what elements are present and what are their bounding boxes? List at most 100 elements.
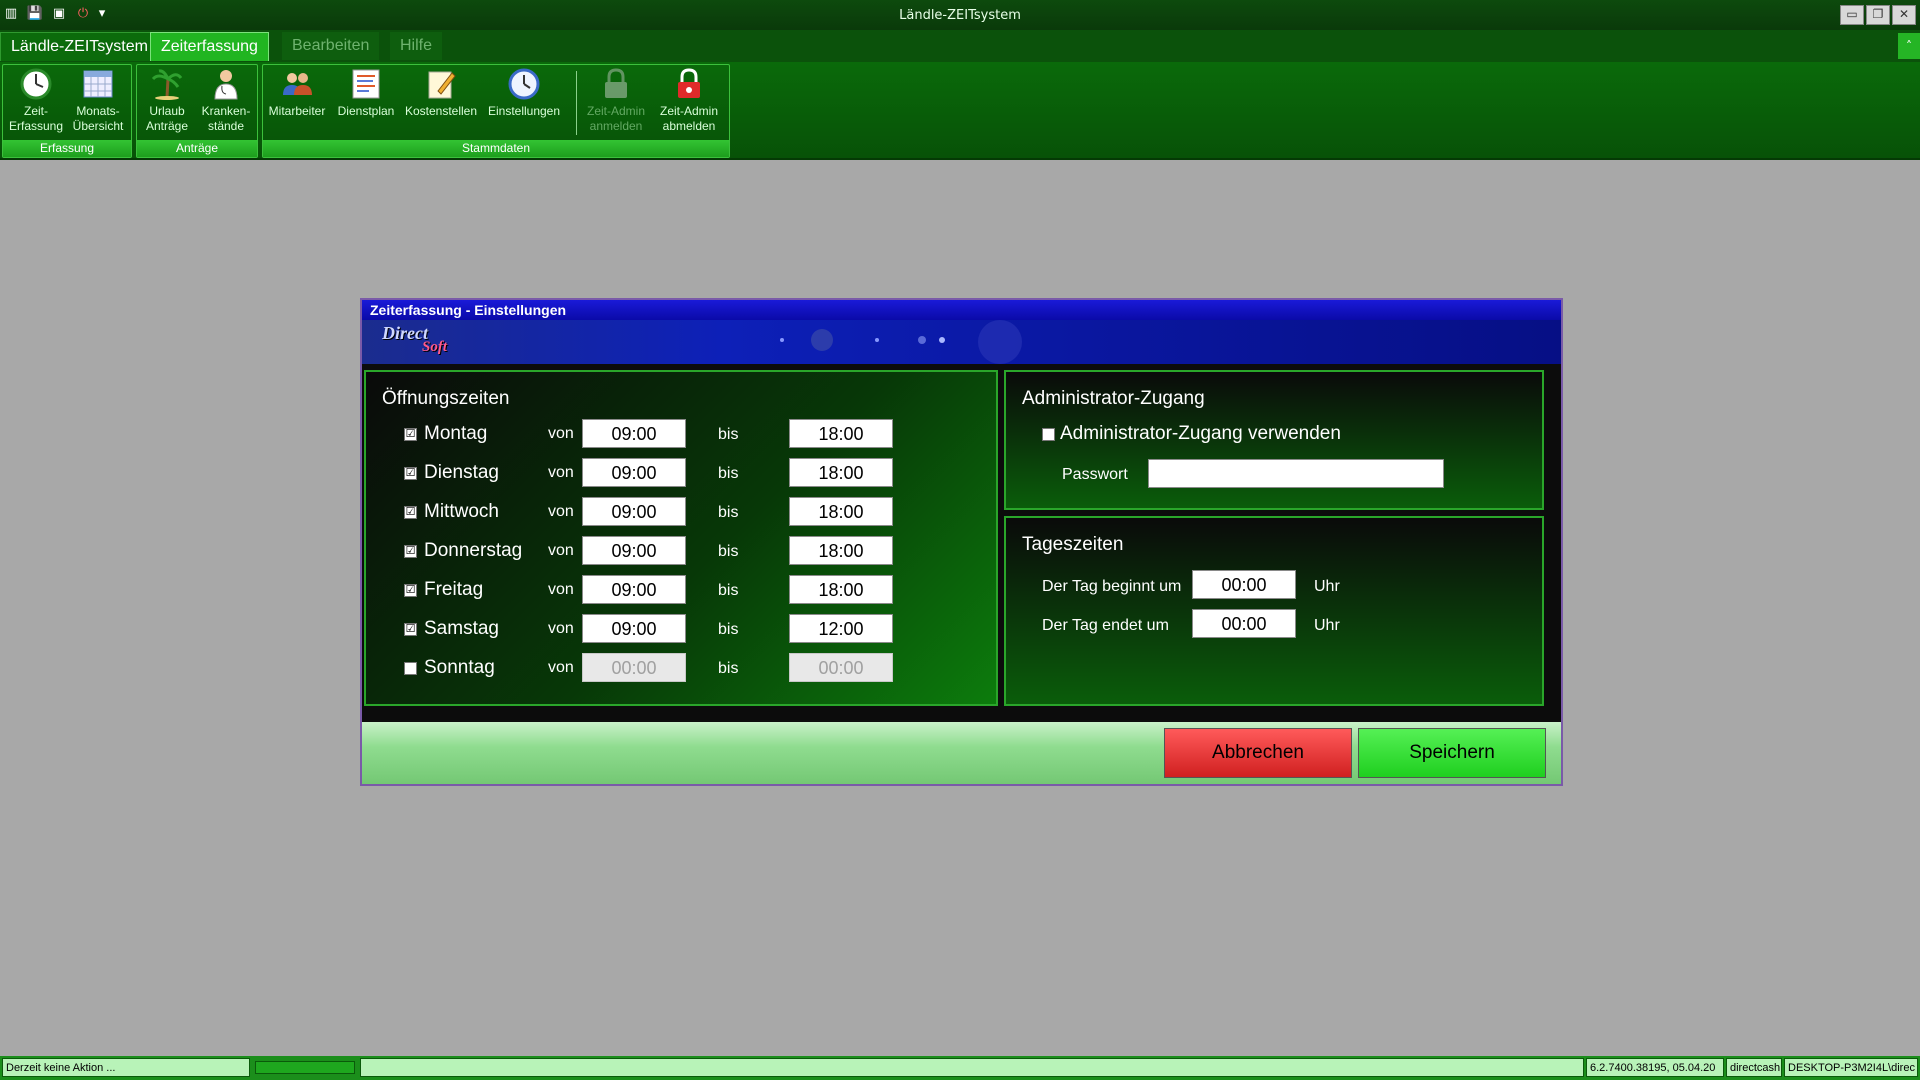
palm-tree-icon xyxy=(151,69,183,100)
admin-checkbox-label: Administrator-Zugang verwenden xyxy=(1060,423,1341,444)
group-erfassung: Zeit- Erfassung Monats- Übersicht Erfass… xyxy=(2,64,132,158)
panel-tageszeiten: Tageszeiten Der Tag beginnt um 00:00 Uhr… xyxy=(1004,516,1544,706)
urlaub-antraege-button[interactable]: Urlaub Anträge xyxy=(139,67,195,134)
day-checkbox[interactable]: ☑ xyxy=(404,506,417,519)
day-start-input[interactable]: 00:00 xyxy=(1192,570,1296,599)
tageszeiten-title: Tageszeiten xyxy=(1022,534,1124,555)
von-label: von xyxy=(548,620,574,637)
day-checkbox[interactable]: ☑ xyxy=(404,545,417,558)
tab-app-menu[interactable]: Ländle-ZEITsystem xyxy=(0,32,159,61)
zeit-admin-anmelden-button[interactable]: Zeit-Admin anmelden xyxy=(581,67,651,134)
notepad-pencil-icon xyxy=(428,71,456,99)
bis-time-input[interactable]: 18:00 xyxy=(789,575,893,604)
monats-uebersicht-label: Monats- Übersicht xyxy=(72,104,124,133)
bis-time-input[interactable]: 18:00 xyxy=(789,458,893,487)
admin-checkbox[interactable] xyxy=(1042,428,1055,441)
status-bar: Derzeit keine Aktion ... 6.2.7400.38195,… xyxy=(0,1056,1920,1080)
tab-bearbeiten[interactable]: Bearbeiten xyxy=(282,32,380,60)
day-label: Mittwoch xyxy=(424,501,499,522)
bis-label: bis xyxy=(718,660,739,677)
group-erfassung-label: Erfassung xyxy=(3,140,131,157)
day-start-unit: Uhr xyxy=(1314,578,1340,595)
day-checkbox[interactable]: ☑ xyxy=(404,584,417,597)
day-checkbox[interactable]: ☑ xyxy=(404,428,417,441)
bis-label: bis xyxy=(718,426,739,443)
bis-time-input[interactable]: 18:00 xyxy=(789,419,893,448)
mitarbeiter-label: Mitarbeiter xyxy=(268,104,326,118)
von-time-input[interactable]: 09:00 xyxy=(582,458,686,487)
calendar-icon xyxy=(83,70,113,98)
day-checkbox[interactable]: ☑ xyxy=(404,623,417,636)
bis-time-input[interactable]: 18:00 xyxy=(789,497,893,526)
day-label: Donnerstag xyxy=(424,540,523,561)
monats-uebersicht-button[interactable]: Monats- Übersicht xyxy=(69,67,127,134)
von-label: von xyxy=(548,503,574,520)
mitarbeiter-button[interactable]: Mitarbeiter xyxy=(265,67,329,119)
day-row-dienstag: ☑ Dienstag von 09:00 bis 18:00 xyxy=(404,458,944,488)
krankenstaende-button[interactable]: Kranken- stände xyxy=(197,67,255,134)
von-time-input[interactable]: 09:00 xyxy=(582,536,686,565)
urlaub-antraege-label: Urlaub Anträge xyxy=(145,104,189,133)
von-time-input[interactable]: 09:00 xyxy=(582,497,686,526)
day-label: Samstag xyxy=(424,618,499,639)
bis-time-input[interactable]: 12:00 xyxy=(789,614,893,643)
dienstplan-button[interactable]: Dienstplan xyxy=(335,67,397,119)
kostenstellen-button[interactable]: Kostenstellen xyxy=(401,67,481,119)
bis-label: bis xyxy=(718,582,739,599)
ribbon: Zeit- Erfassung Monats- Übersicht Erfass… xyxy=(0,62,1920,160)
day-start-label: Der Tag beginnt um xyxy=(1042,578,1182,595)
von-time-input[interactable]: 09:00 xyxy=(582,419,686,448)
doctor-icon xyxy=(214,70,238,100)
ribbon-separator xyxy=(576,71,577,135)
zeit-admin-abmelden-button[interactable]: Zeit-Admin abmelden xyxy=(653,67,725,134)
progress-fill xyxy=(256,1062,354,1073)
oeffnungszeiten-title: Öffnungszeiten xyxy=(382,388,510,409)
cancel-button[interactable]: Abbrechen xyxy=(1164,728,1352,778)
minimize-icon[interactable]: ▭ xyxy=(1840,5,1864,25)
von-time-input[interactable]: 09:00 xyxy=(582,575,686,604)
day-label: Freitag xyxy=(424,579,484,600)
admin-title: Administrator-Zugang xyxy=(1022,388,1205,409)
save-button[interactable]: Speichern xyxy=(1358,728,1546,778)
status-version: 6.2.7400.38195, 05.04.20 xyxy=(1586,1058,1724,1077)
ribbon-collapse-icon[interactable]: ˄ xyxy=(1898,33,1920,59)
status-empty-pane xyxy=(360,1058,1584,1077)
panel-oeffnungszeiten: Öffnungszeiten ☑ Montag von 09:00 bis 18… xyxy=(364,370,998,706)
bis-time-input[interactable]: 00:00 xyxy=(789,653,893,682)
close-icon[interactable]: ✕ xyxy=(1892,5,1916,25)
day-label: Dienstag xyxy=(424,462,499,483)
tab-zeiterfassung[interactable]: Zeiterfassung xyxy=(150,32,269,61)
group-antraege: Urlaub Anträge Kranken- stände Anträge xyxy=(136,64,258,158)
day-row-donnerstag: ☑ Donnerstag von 09:00 bis 18:00 xyxy=(404,536,944,566)
password-input[interactable] xyxy=(1148,459,1444,488)
von-time-input[interactable]: 00:00 xyxy=(582,653,686,682)
zeit-admin-anmelden-label: Zeit-Admin anmelden xyxy=(586,104,645,133)
bis-label: bis xyxy=(718,465,739,482)
einstellungen-label: Einstellungen xyxy=(487,104,561,118)
status-progress-bar xyxy=(255,1061,355,1074)
bis-label: bis xyxy=(718,621,739,638)
day-end-input[interactable]: 00:00 xyxy=(1192,609,1296,638)
group-stammdaten-label: Stammdaten xyxy=(263,140,729,157)
bis-label: bis xyxy=(718,504,739,521)
von-time-input[interactable]: 09:00 xyxy=(582,614,686,643)
panel-administrator-zugang: Administrator-Zugang Administrator-Zugan… xyxy=(1004,370,1544,510)
tab-hilfe[interactable]: Hilfe xyxy=(390,32,443,60)
day-label: Montag xyxy=(424,423,488,444)
zeit-erfassung-button[interactable]: Zeit- Erfassung xyxy=(7,67,65,134)
clock-icon xyxy=(20,68,52,100)
zeit-admin-abmelden-label: Zeit-Admin abmelden xyxy=(659,104,718,133)
day-row-montag: ☑ Montag von 09:00 bis 18:00 xyxy=(404,419,944,449)
restore-icon[interactable]: ❐ xyxy=(1866,5,1890,25)
einstellungen-button[interactable]: Einstellungen xyxy=(485,67,563,119)
day-checkbox[interactable]: ☑ xyxy=(404,467,417,480)
dialog-title: Zeiterfassung - Einstellungen xyxy=(362,300,1561,320)
ribbon-tab-row: Ländle-ZEITsystem Zeiterfassung Bearbeit… xyxy=(0,30,1920,62)
bis-time-input[interactable]: 18:00 xyxy=(789,536,893,565)
status-machine: DESKTOP-P3M2I4L\direc xyxy=(1784,1058,1918,1077)
von-label: von xyxy=(548,581,574,598)
von-label: von xyxy=(548,659,574,676)
krankenstaende-label: Kranken- stände xyxy=(201,104,251,133)
day-checkbox[interactable] xyxy=(404,662,417,675)
password-label: Passwort xyxy=(1062,466,1128,483)
